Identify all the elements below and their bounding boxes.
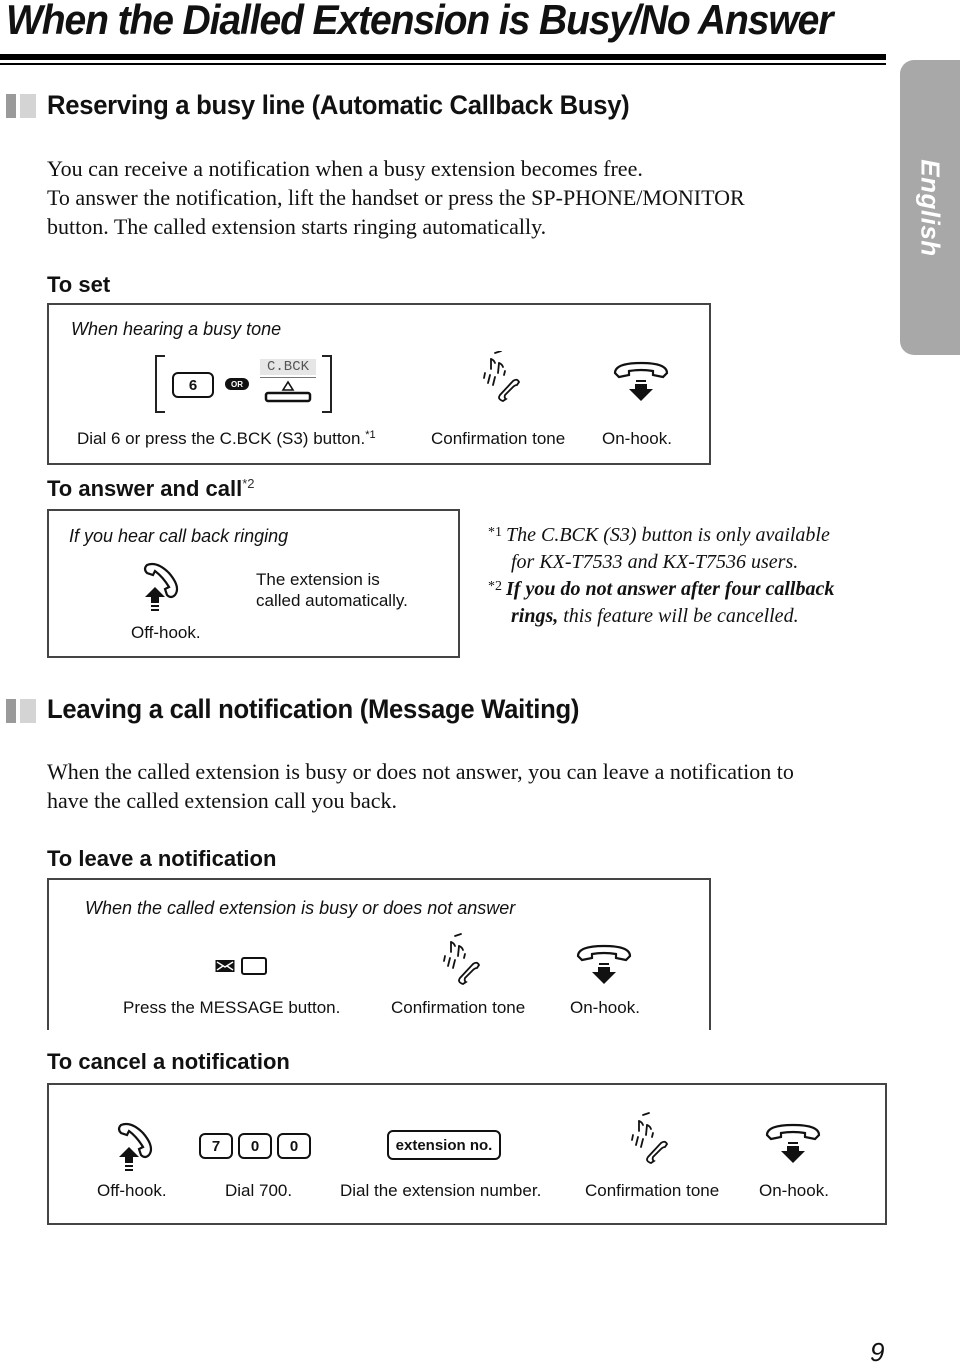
to-leave-caption: When the called extension is busy or doe… (85, 898, 516, 918)
step-label-confirmation-tone: Confirmation tone (391, 998, 526, 1017)
step-label-off-hook: Off-hook. (131, 623, 201, 642)
section-title-message-waiting: Leaving a call notification (Message Wai… (47, 694, 580, 724)
message-button[interactable] (215, 957, 267, 975)
to-answer-caption: If you hear call back ringing (69, 526, 289, 546)
cbck-button[interactable]: C.BCK (260, 359, 316, 404)
auto-call-note: The extension is called automatically. (256, 569, 408, 611)
step-text: Dial 6 or press the C.BCK (S3) button. (77, 429, 366, 448)
footnote-2: *2 If you do not answer after four callba… (488, 573, 834, 630)
to-answer-heading-text: To answer and call (47, 476, 243, 501)
extension-number-key[interactable]: extension no. (387, 1130, 501, 1160)
step-label-dial-extension: Dial the extension number. (340, 1181, 542, 1200)
handset-lift-icon (143, 562, 179, 611)
key-6[interactable]: 6 (172, 372, 214, 398)
footnote-ref: *2 (242, 476, 255, 491)
confirmation-tone-icon (631, 1112, 669, 1164)
footnote-text-bold: If you do not answer after four callback (506, 578, 835, 600)
intro-line: To answer the notification, lift the han… (47, 185, 745, 210)
dial-6-or-cbck-group: 6 OR C.BCK (155, 355, 333, 413)
cbck-label: C.BCK (260, 359, 316, 375)
footnote-text: The C.BCK (S3) button is only available (506, 524, 830, 546)
to-set-caption: When hearing a busy tone (71, 319, 282, 339)
confirmation-tone-icon (443, 933, 481, 985)
or-badge: OR (225, 378, 249, 390)
language-tab-label: English (915, 158, 946, 257)
key-0[interactable]: 0 (277, 1133, 311, 1159)
intro-paragraph-1: You can receive a notification when a bu… (47, 154, 745, 241)
footnote-ref: *1 (365, 429, 376, 441)
to-leave-heading: To leave a notification (47, 846, 277, 871)
to-leave-box: When the called extension is busy or doe… (47, 878, 711, 1030)
step-label-confirmation-tone: Confirmation tone (431, 429, 566, 448)
message-envelope-icon (215, 960, 235, 972)
auto-call-note-line: The extension is (256, 570, 380, 589)
footnote-text-bold: rings, (511, 605, 559, 627)
footnote-text: for KX-T7533 and KX-T7536 users. (511, 551, 799, 573)
key-7[interactable]: 7 (199, 1133, 233, 1159)
step-label-confirmation-tone: Confirmation tone (585, 1181, 720, 1200)
key-0[interactable]: 0 (238, 1133, 272, 1159)
section-title-callback-busy: Reserving a busy line (Automatic Callbac… (47, 90, 630, 120)
intro-line: have the called extension call you back. (47, 788, 398, 813)
step-label-dial-6: Dial 6 or press the C.BCK (S3) button.*1 (77, 429, 376, 449)
footnote-1: *1 The C.BCK (S3) button is only availabl… (488, 519, 830, 576)
intro-line: You can receive a notification when a bu… (47, 156, 643, 181)
language-tab: English (900, 60, 960, 355)
step-label-on-hook: On-hook. (602, 429, 672, 448)
section-marker (6, 94, 36, 118)
title-rule-thin (0, 63, 886, 65)
confirmation-tone-icon (483, 351, 521, 402)
step-label-press-message: Press the MESSAGE button. (123, 998, 341, 1017)
page-number: 9 (870, 1337, 885, 1367)
dial-700-keys: 7 0 0 (199, 1133, 311, 1159)
bracket-right (322, 355, 332, 413)
intro-line: button. The called extension starts ring… (47, 214, 547, 239)
step-label-on-hook: On-hook. (570, 998, 640, 1017)
step-label-on-hook: On-hook. (759, 1181, 829, 1200)
to-answer-heading: To answer and call*2 (47, 476, 255, 502)
to-answer-box: If you hear call back ringing Off-hook. … (47, 509, 460, 658)
intro-paragraph-2: When the called extension is busy or doe… (47, 757, 794, 815)
cbck-key-icon (264, 380, 312, 403)
handset-down-icon (765, 1123, 821, 1163)
footnote-text: this feature will be cancelled. (558, 605, 799, 627)
title-rule-thick (0, 54, 886, 60)
bracket-left (155, 355, 165, 413)
step-label-dial-700: Dial 700. (225, 1181, 293, 1200)
to-cancel-heading: To cancel a notification (47, 1049, 290, 1074)
to-cancel-box: 7 0 0 extension no. Off-hook. Dial 700. … (47, 1083, 887, 1225)
footnote-marker: *1 (488, 525, 502, 540)
footnote-marker: *2 (488, 579, 502, 594)
section-marker (6, 699, 36, 723)
handset-lift-icon (117, 1122, 153, 1171)
message-key (241, 957, 267, 975)
step-label-off-hook: Off-hook. (97, 1181, 167, 1200)
to-set-heading: To set (47, 272, 111, 297)
page-title: When the Dialled Extension is Busy/No An… (6, 0, 833, 43)
auto-call-note-line: called automatically. (256, 591, 408, 610)
to-set-box: When hearing a busy tone 6 OR C.BCK Dial… (47, 303, 711, 465)
intro-line: When the called extension is busy or doe… (47, 759, 794, 784)
handset-down-icon (576, 944, 632, 984)
handset-down-icon (613, 361, 669, 401)
